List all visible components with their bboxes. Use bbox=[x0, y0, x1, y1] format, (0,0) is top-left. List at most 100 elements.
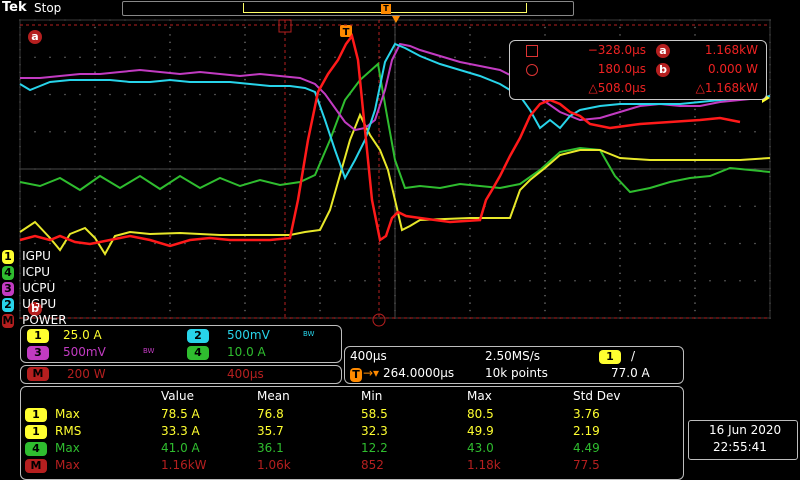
graticule-dot bbox=[34, 205, 36, 208]
math-time-scale[interactable]: 400µs bbox=[227, 367, 264, 381]
graticule-dot bbox=[694, 294, 696, 297]
graticule-dot bbox=[289, 279, 291, 282]
channel-label-ch2[interactable]: 2 UGPU bbox=[2, 293, 67, 312]
graticule-dot bbox=[154, 130, 156, 133]
graticule-dot bbox=[94, 34, 96, 36]
measurement-panel[interactable]: Value Mean Min Max Std Dev 1 Max 78.5 A 76.8 58.… bbox=[20, 386, 684, 480]
graticule-dot bbox=[169, 287, 171, 290]
horizontal-trigger-panel[interactable]: 400µs 2.50MS/s 1 / T →▾ 264.0000µs 10k p… bbox=[344, 346, 684, 384]
vertical-settings-panel[interactable]: 1 25.0 A 2 500mV BW 3 500mV BW 4 10.0 A bbox=[20, 325, 342, 363]
measurement-source-badge: 1 bbox=[25, 408, 47, 422]
channel-label-ch3[interactable]: 3 UCPU bbox=[2, 277, 67, 296]
graticule-dot bbox=[664, 205, 666, 208]
graticule-dot bbox=[319, 212, 321, 215]
graticule-dot bbox=[94, 86, 96, 88]
ch3-bandwidth-limit-icon: BW bbox=[143, 347, 155, 355]
graticule-dot bbox=[94, 198, 96, 200]
graticule-dot bbox=[94, 279, 96, 282]
ch1-scale[interactable]: 25.0 A bbox=[63, 328, 102, 342]
channel-label-ch4[interactable]: 4 ICPU bbox=[2, 261, 67, 280]
ch4-scale[interactable]: 10.0 A bbox=[227, 345, 266, 359]
graticule-dot bbox=[454, 205, 456, 208]
graticule-dot bbox=[229, 205, 231, 208]
graticule-dot bbox=[319, 272, 321, 275]
graticule-dot bbox=[169, 116, 171, 118]
measurement-source-badge: M bbox=[25, 459, 47, 473]
cursor-a-time: −328.0µs bbox=[587, 43, 646, 57]
graticule-dot bbox=[244, 250, 246, 252]
ch2-scale-badge: 2 bbox=[187, 329, 209, 343]
graticule-dot bbox=[709, 242, 711, 245]
graticule-dot bbox=[694, 34, 696, 36]
graticule-dot bbox=[694, 265, 696, 267]
cursor-a-badge[interactable]: a bbox=[28, 30, 42, 44]
time-per-division[interactable]: 400µs bbox=[350, 349, 387, 363]
graticule-dot bbox=[34, 56, 36, 59]
measurement-cell-value: 41.0 A bbox=[161, 441, 200, 455]
math-settings-panel[interactable]: M 200 W 400µs bbox=[20, 365, 342, 384]
channel-label-ch1[interactable]: 1 IGPU bbox=[2, 245, 67, 264]
graticule-dot bbox=[169, 250, 171, 252]
graticule-dot bbox=[739, 130, 741, 133]
graticule-dot bbox=[619, 123, 621, 126]
graticule-dot bbox=[544, 145, 546, 148]
graticule-dot bbox=[154, 279, 156, 282]
graticule-dot bbox=[349, 56, 351, 59]
graticule-dot bbox=[679, 205, 681, 208]
graticule-dot bbox=[94, 220, 96, 222]
graticule-dot bbox=[244, 34, 246, 36]
trigger-position[interactable]: 264.0000µs bbox=[383, 366, 454, 380]
graticule-dot bbox=[244, 101, 246, 103]
graticule-dot bbox=[544, 242, 546, 245]
graticule-dot bbox=[169, 49, 171, 51]
graticule-dot bbox=[574, 279, 576, 282]
graticule-dot bbox=[349, 279, 351, 282]
graticule-dot bbox=[694, 153, 696, 155]
graticule-dot bbox=[199, 205, 201, 208]
graticule-dot bbox=[259, 93, 261, 96]
graticule-dot bbox=[469, 242, 471, 245]
graticule-dot bbox=[709, 130, 711, 133]
channel-label-math[interactable]: M POWER bbox=[2, 309, 67, 328]
graticule-dot bbox=[199, 56, 201, 59]
graticule-dot bbox=[199, 279, 201, 282]
graticule-dot bbox=[79, 56, 81, 59]
cursor-readout-panel[interactable]: −328.0µs a 1.168kW 180.0µs b 0.000 W △50… bbox=[509, 40, 767, 100]
graticule-dot bbox=[619, 153, 621, 155]
graticule-dot bbox=[424, 279, 426, 282]
graticule-dot bbox=[184, 130, 186, 133]
graticule-dot bbox=[319, 198, 321, 200]
graticule-dot bbox=[544, 108, 546, 111]
cursor-delta-time: △508.0µs bbox=[588, 81, 646, 95]
graticule-dot bbox=[619, 130, 621, 133]
trigger-level[interactable]: 77.0 A bbox=[611, 366, 650, 380]
graticule-dot bbox=[169, 190, 171, 193]
measurement-source-badge: 1 bbox=[25, 425, 47, 439]
graticule-dot bbox=[589, 242, 591, 245]
trigger-slope-icon[interactable]: / bbox=[631, 349, 635, 363]
graticule-dot bbox=[319, 41, 321, 44]
record-length[interactable]: 10k points bbox=[485, 366, 548, 380]
graticule-dot bbox=[619, 160, 621, 163]
graticule-dot bbox=[319, 34, 321, 36]
measurement-header-std-dev: Std Dev bbox=[573, 389, 621, 403]
graticule-dot bbox=[469, 287, 471, 290]
ch2-scale[interactable]: 500mV bbox=[227, 328, 270, 342]
datetime-panel: 16 Jun 2020 22:55:41 bbox=[688, 420, 798, 460]
graticule-dot bbox=[169, 294, 171, 297]
graticule-dot bbox=[739, 205, 741, 208]
graticule-dot bbox=[469, 302, 471, 304]
measurement-cell-min: 12.2 bbox=[361, 441, 388, 455]
graticule-dot bbox=[544, 153, 546, 155]
measurement-header-min: Min bbox=[361, 389, 383, 403]
graticule-dot bbox=[574, 242, 576, 245]
graticule-dot bbox=[319, 71, 321, 73]
graticule-dot bbox=[739, 242, 741, 245]
graticule-dot bbox=[244, 145, 246, 148]
math-scale[interactable]: 200 W bbox=[67, 367, 106, 381]
graticule-dot bbox=[469, 265, 471, 267]
graticule-dot bbox=[634, 130, 636, 133]
trigger-position-t-icon: T bbox=[350, 368, 362, 382]
ch3-scale[interactable]: 500mV bbox=[63, 345, 106, 359]
graticule-dot bbox=[184, 279, 186, 282]
